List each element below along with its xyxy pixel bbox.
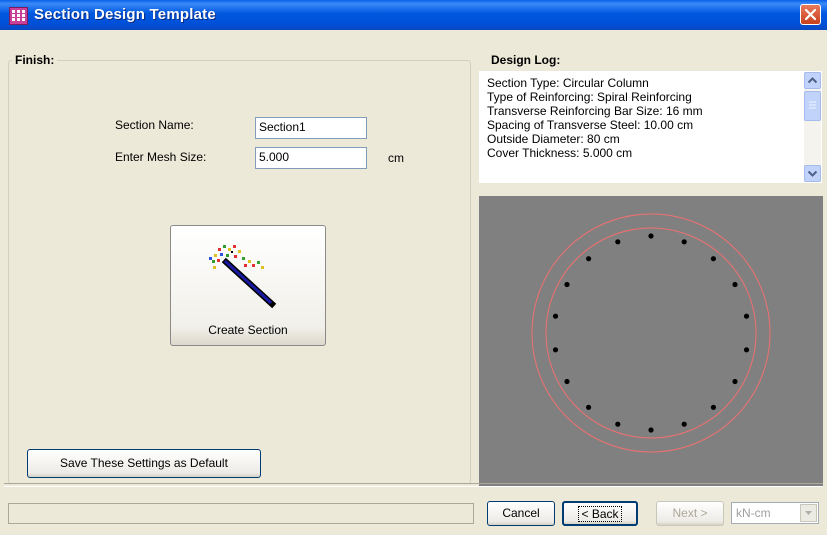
close-icon [805, 9, 816, 20]
chevron-down-icon [807, 170, 818, 177]
log-line: Transverse Reinforcing Bar Size: 16 mm [487, 104, 703, 118]
magic-wand-icon [209, 245, 277, 309]
back-button-label: < Back [578, 506, 622, 522]
grid-app-icon [9, 7, 28, 25]
rebar-point [710, 256, 716, 262]
section-name-label: Section Name: [115, 118, 194, 132]
units-select-value: kN-cm [736, 506, 771, 520]
mesh-size-label: Enter Mesh Size: [115, 150, 207, 164]
units-dropdown-button[interactable] [800, 504, 817, 522]
rebar-point [586, 256, 592, 262]
rebar-point [681, 239, 687, 245]
design-log-box[interactable]: Section Type: Circular Column Type of Re… [478, 70, 823, 184]
rebar-point [732, 378, 738, 385]
units-select[interactable]: kN-cm [731, 502, 819, 524]
rebar-point [732, 281, 738, 288]
rebar-point [710, 404, 716, 410]
log-line: Spacing of Transverse Steel: 10.00 cm [487, 118, 694, 132]
rebar-point [564, 378, 570, 385]
log-scrollbar[interactable] [804, 72, 821, 182]
log-line: Section Type: Circular Column [487, 76, 649, 90]
log-line: Outside Diameter: 80 cm [487, 132, 620, 146]
back-button[interactable]: < Back [562, 501, 638, 526]
log-line: Type of Reinforcing: Spiral Reinforcing [487, 90, 692, 104]
finish-group-title: Finish: [12, 53, 58, 67]
close-button[interactable] [800, 4, 821, 25]
chevron-up-icon [807, 77, 818, 84]
mesh-size-input[interactable]: 5.000 [255, 147, 367, 169]
rebar-point [615, 421, 621, 427]
rebar-point [615, 239, 621, 245]
scroll-thumb[interactable] [804, 91, 821, 121]
scroll-down-button[interactable] [804, 165, 821, 182]
rebar-point [681, 421, 687, 427]
rebar-point [648, 233, 654, 239]
rebar-point [586, 404, 592, 410]
scroll-up-button[interactable] [804, 72, 821, 89]
next-button[interactable]: Next > [656, 501, 724, 526]
mesh-size-unit: cm [388, 151, 404, 165]
window-title: Section Design Template [34, 6, 216, 23]
grip-icon [809, 101, 816, 109]
section-name-input[interactable]: Section1 [255, 117, 367, 139]
create-section-label: Create Section [208, 323, 288, 337]
rebar-point [743, 347, 750, 353]
save-default-button[interactable]: Save These Settings as Default [27, 449, 261, 478]
outer-circle [531, 213, 771, 453]
rebar-point [552, 347, 559, 353]
rebar-point [743, 313, 750, 319]
title-bar: Section Design Template [0, 0, 827, 30]
chevron-down-icon [805, 511, 812, 515]
rebar-point [564, 281, 570, 288]
log-line: Cover Thickness: 5.000 cm [487, 146, 633, 160]
section-preview [479, 196, 823, 486]
dialog-client-area: Finish: Section Name: Section1 Enter Mes… [0, 30, 827, 535]
cancel-button[interactable]: Cancel [487, 501, 555, 526]
create-section-button[interactable]: Create Section [170, 225, 326, 346]
progress-bar [8, 503, 474, 524]
rebar-point [552, 313, 559, 319]
rebar-point [648, 427, 654, 433]
section-preview-drawing [531, 213, 771, 453]
inner-circle [545, 227, 757, 439]
footer-separator [4, 483, 823, 487]
